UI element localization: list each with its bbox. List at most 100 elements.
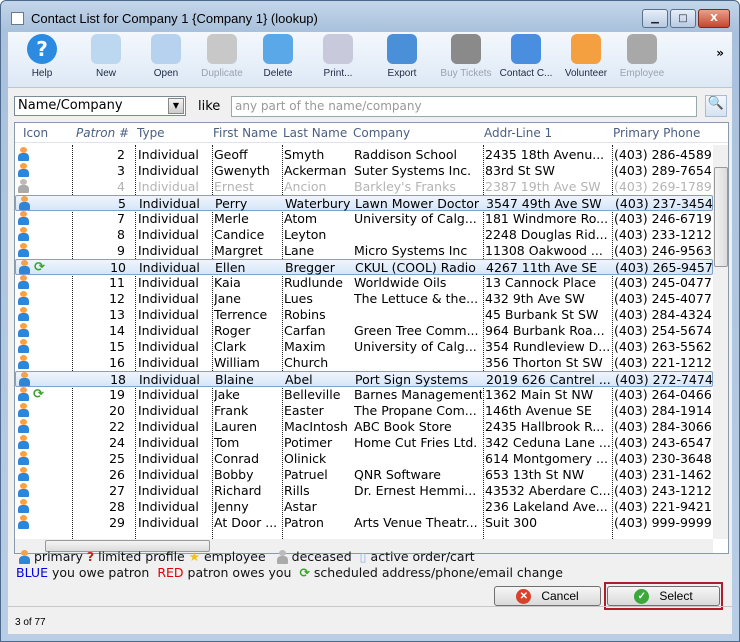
table-row[interactable]: 5 Individual Perry Waterbury Lawn Mower Doct… [15,195,713,211]
table-row[interactable]: 25 Individual Conrad Olinick 614 Montgomery … [15,451,713,467]
column-header-2[interactable]: Type [137,126,209,140]
table-row[interactable]: 24 Individual Tom Potimer Home Cut Fries Ltd… [15,435,713,451]
column-header-4[interactable]: Last Name [283,126,351,140]
cell-first-name: Ernest [214,179,254,194]
cell-company: Dr. Ernest Hemmi... [354,483,477,498]
cell-phone: (403) 245-0477 [614,275,712,290]
table-row[interactable]: 7 Individual Merle Atom University of Calg..… [15,211,713,227]
toolbar-print-button[interactable]: Print... [308,34,368,79]
column-header-6[interactable]: Addr-Line 1 [484,126,611,140]
cell-phone: (403) 289-7654 [614,163,712,178]
table-row[interactable]: 27 Individual Richard Rills Dr. Ernest Hemmi… [15,483,713,499]
minimize-button[interactable]: ▁ [642,9,668,28]
table-row[interactable]: 3 Individual Gwenyth Ackerman Suter Systems … [15,163,713,179]
cell-last-name: Maxim [284,339,326,354]
cell-company: Raddison School [354,147,457,162]
cell-address: 45 Burbank St SW [485,307,599,322]
column-header-0[interactable]: Icon [23,126,71,140]
search-input[interactable]: any part of the name/company [231,96,697,117]
cell-company: The Lettuce & the... [354,291,479,306]
column-header-5[interactable]: Company [353,126,482,140]
chevron-down-icon[interactable]: ▼ [168,98,184,114]
toolbar-overflow-button[interactable]: » [716,46,724,60]
cell-company: ABC Book Store [354,419,452,434]
search-operator-label: like [198,99,221,114]
column-header-8[interactable]: P [728,126,729,140]
cell-phone: (403) 237-3454 [615,196,713,211]
cell-company: Arts Venue Theatr... [354,515,478,530]
cell-patron: 8 [117,227,125,242]
cell-patron: 2 [117,147,125,162]
toolbar-new-button[interactable]: New [76,34,136,79]
primary-person-icon [18,196,30,210]
cell-address: 2019 626 Cantrel ... [486,372,611,387]
table-row[interactable]: 4 Individual Ernest Ancion Barkley's Franks 2… [15,179,713,195]
table-row[interactable]: 28 Individual Jenny Astar 236 Lakeland Ave..… [15,499,713,515]
cell-phone: (403) 284-1914 [614,403,712,418]
maximize-button[interactable]: □ [670,9,696,28]
cancel-button[interactable]: ✕ Cancel [494,586,601,606]
primary-person-icon [18,260,30,274]
search-icon: 🔍 [707,96,725,111]
cell-first-name: Lauren [214,419,258,434]
employee-icon [627,34,657,64]
primary-person-icon [17,211,29,225]
cell-address: 13 Cannock Place [485,275,597,290]
search-button[interactable]: 🔍 [705,95,727,117]
table-row[interactable]: 20 Individual Frank Easter The Propane Com..… [15,403,713,419]
cell-address: 83rd St SW [485,163,555,178]
legend-red-text: patron owes you [187,565,292,580]
cell-type: Individual [138,467,199,482]
cell-phone: (403) 284-4324 [614,307,712,322]
cell-last-name: Olinick [284,451,327,466]
primary-person-icon [17,403,29,417]
column-header-1[interactable]: Patron # [76,126,130,140]
table-row[interactable]: 8 Individual Candice Leyton 2248 Douglas Rid… [15,227,713,243]
cell-last-name: MacIntosh [284,419,348,434]
table-row[interactable]: 18 Individual Blaine Abel Port Sign Systems 2… [15,371,713,387]
table-row[interactable]: 29 Individual At Door ... Patron Arts Venue … [15,515,713,531]
table-row[interactable]: 9 Individual Margret Lane Micro Systems Inc 1… [15,243,713,259]
window-icon [11,12,24,25]
column-header-3[interactable]: First Name [213,126,281,140]
table-row[interactable]: 2 Individual Geoff Smyth Raddison School 2435… [15,147,713,163]
table-row[interactable]: 11 Individual Kaia Rudlunde Worldwide Oils 13… [15,275,713,291]
shopping-bag-icon: ▯ [359,549,367,564]
toolbar-delete-button[interactable]: Delete [248,34,308,79]
cell-address: 181 Windmore Ro... [485,211,609,226]
check-icon: ✓ [634,588,650,604]
cell-last-name: Church [284,355,329,370]
toolbar-volunteer-button[interactable]: Volunteer [556,34,616,79]
toolbar-label: Export [387,68,417,79]
toolbar-contact-c-button[interactable]: Contact C... [496,34,556,79]
column-header-7[interactable]: Primary Phone [613,126,721,140]
help-icon: ? [27,34,57,64]
table-row[interactable]: ⟳ 19 Individual Jake Belleville Barnes Manage… [15,387,713,403]
toolbar-export-button[interactable]: Export [372,34,432,79]
cell-address: Suit 300 [485,515,538,530]
cell-address: 146th Avenue SE [485,403,592,418]
table-row[interactable]: 14 Individual Roger Carfan Green Tree Comm..… [15,323,713,339]
cell-type: Individual [138,355,199,370]
cell-last-name: Waterbury [285,196,351,211]
cell-address: 3547 49th Ave SW [486,196,602,211]
table-row[interactable]: 16 Individual William Church 356 Thorton St … [15,355,713,371]
close-button[interactable]: X [698,9,730,28]
cell-patron: 7 [117,211,125,226]
table-row[interactable]: 15 Individual Clark Maxim University of Calg… [15,339,713,355]
table-row[interactable]: ⟳ 10 Individual Ellen Bregger CKUL (COOL) Rad… [15,259,713,275]
star-icon: ★ [188,549,200,564]
table-row[interactable]: 26 Individual Bobby Patruel QNR Software 653 … [15,467,713,483]
table-row[interactable]: 22 Individual Lauren MacIntosh ABC Book Stor… [15,419,713,435]
search-field-select[interactable]: Name/Company ▼ [14,96,186,116]
table-row[interactable]: 13 Individual Terrence Robins 45 Burbank St … [15,307,713,323]
toolbar-help-button[interactable]: ? Help [12,34,72,79]
toolbar-open-button[interactable]: Open [136,34,196,79]
cell-address: 614 Montgomery ... [485,451,608,466]
search-bar: Name/Company ▼ like any part of the name/… [8,92,732,120]
select-button[interactable]: ✓ Select [607,586,720,606]
table-row[interactable]: 12 Individual Jane Lues The Lettuce & the...… [15,291,713,307]
legend-blue: BLUE [16,565,48,580]
cell-patron: 11 [109,275,125,290]
cell-phone: (403) 269-1789 [614,179,712,194]
